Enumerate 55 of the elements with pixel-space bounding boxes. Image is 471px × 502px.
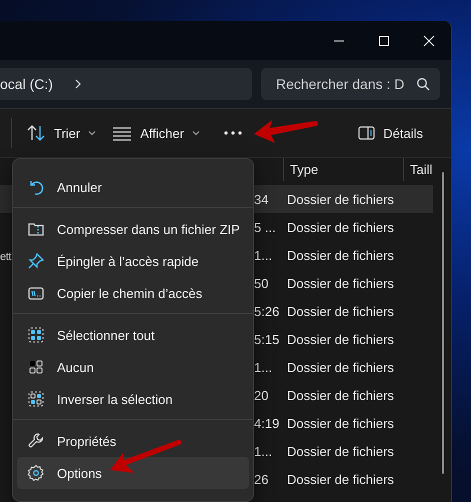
menu-item[interactable]: Options bbox=[17, 457, 249, 489]
menu-item[interactable]: Annuler bbox=[17, 171, 249, 203]
menu-item[interactable]: Inverser la sélection bbox=[17, 383, 249, 415]
menu-item[interactable]: Sélectionner tout bbox=[17, 319, 249, 351]
toolbar-button[interactable]: Trier bbox=[22, 118, 100, 148]
settings-icon bbox=[27, 464, 45, 482]
table-cell-text: 1... bbox=[253, 360, 274, 374]
menu-item[interactable]: Propriétés bbox=[17, 425, 249, 457]
maximize-icon bbox=[378, 34, 390, 46]
caret-icon bbox=[88, 130, 96, 136]
table-cell-text: Dossier de fichiers bbox=[287, 304, 395, 318]
table-cell-text: 26 bbox=[253, 472, 270, 486]
table-cell-text: Dossier de fichiers bbox=[287, 416, 395, 430]
menu-item[interactable]: Copier le chemin d’accès bbox=[17, 277, 249, 309]
table-cell-text: 5:26 bbox=[253, 304, 280, 318]
table-cell-text: 5 ... bbox=[253, 220, 277, 234]
pointer-arrow bbox=[252, 117, 318, 144]
table-cell-text: Dossier de fichiers bbox=[287, 192, 395, 206]
address-bar[interactable]: ocal (C:) bbox=[0, 68, 252, 100]
table-cell-text: Dossier de fichiers bbox=[287, 472, 395, 486]
table-cell-text: Dossier de fichiers bbox=[287, 332, 395, 346]
table-cell-text: 34 bbox=[253, 192, 270, 206]
details-button[interactable]: Détails bbox=[352, 120, 429, 146]
table-cell-text: Dossier de fichiers bbox=[287, 220, 395, 234]
column-header[interactable]: Taill bbox=[403, 158, 433, 181]
details-pane-icon bbox=[358, 126, 376, 140]
wrench-icon bbox=[27, 432, 45, 450]
table-cell-text: Dossier de fichiers bbox=[287, 444, 395, 458]
table-cell-text: Dossier de fichiers bbox=[287, 276, 395, 290]
scrollbar[interactable] bbox=[442, 172, 444, 474]
menu-item[interactable]: Épingler à l’accès rapide bbox=[17, 245, 249, 277]
more-icon bbox=[224, 131, 242, 135]
search-field[interactable]: Rechercher dans : D bbox=[261, 68, 440, 100]
search-icon bbox=[416, 77, 430, 91]
table-cell-text: 50 bbox=[253, 276, 270, 290]
table-cell-text: Dossier de fichiers bbox=[287, 360, 395, 374]
table-cell-text: Dossier de fichiers bbox=[287, 248, 395, 262]
menu-item[interactable]: Compresser dans un fichier ZIP bbox=[17, 213, 249, 245]
invert-selection-icon bbox=[27, 390, 45, 408]
pin-icon bbox=[27, 252, 45, 270]
table-cell-text: 4:19 bbox=[253, 416, 280, 430]
menu-item[interactable]: Aucun bbox=[17, 351, 249, 383]
select-all-icon bbox=[27, 326, 45, 344]
column-header[interactable]: Type bbox=[283, 158, 403, 181]
table-cell-text: 20 bbox=[253, 388, 270, 402]
grid-icon bbox=[27, 358, 45, 376]
table-cell-text: 5:15 bbox=[253, 332, 280, 346]
caret-icon bbox=[192, 130, 200, 136]
table-cell-text: 1... bbox=[253, 444, 274, 458]
close-icon bbox=[422, 34, 434, 46]
toolbar-button[interactable]: Afficher bbox=[108, 118, 204, 148]
sort-icon bbox=[26, 124, 46, 142]
chevron-icon bbox=[72, 78, 83, 90]
table-cell-text: Dossier de fichiers bbox=[287, 388, 395, 402]
table-cell-text: 1... bbox=[253, 248, 274, 262]
